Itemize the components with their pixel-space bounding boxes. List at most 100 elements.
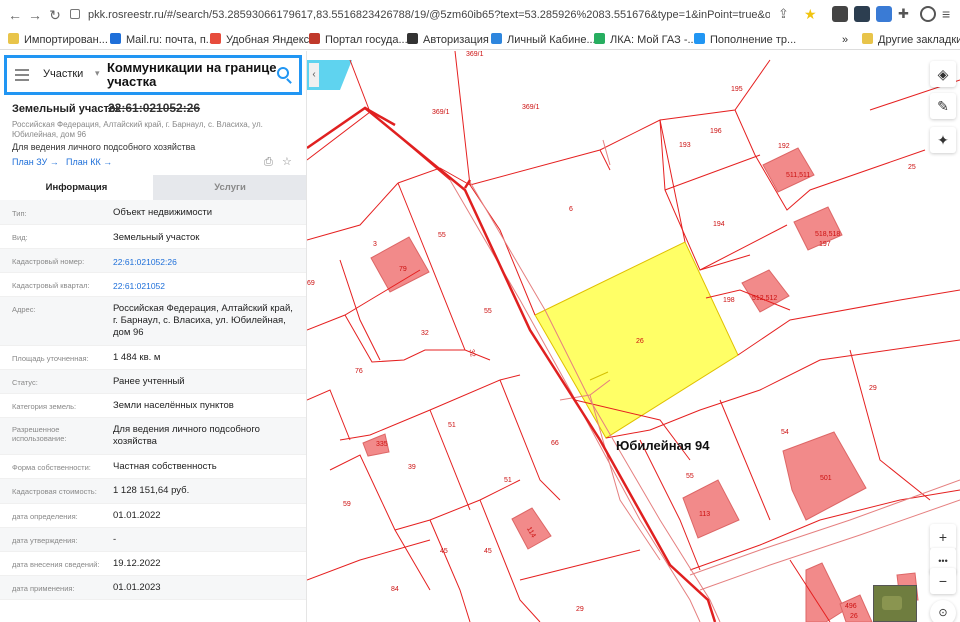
- app-window: ← → ↻ pkk.rosreestr.ru/#/search/53.28593…: [0, 0, 960, 622]
- bookmark-label: ЛКА: Мой ГАЗ -...: [610, 34, 697, 46]
- bookmark-item[interactable]: Портал госуда...: [309, 32, 408, 48]
- bookmark-item[interactable]: Удобная Яндекс...: [210, 32, 318, 48]
- compass-icon[interactable]: ⊙: [930, 600, 956, 622]
- parcel-label: 45: [484, 548, 492, 555]
- parcel-label: 32: [421, 330, 429, 337]
- collapse-panel-icon[interactable]: ‹: [309, 63, 319, 87]
- zoom-out-button[interactable]: −: [930, 568, 956, 594]
- parcel-label: 79: [399, 266, 407, 273]
- row-key: Форма собственности:: [12, 463, 91, 472]
- parcel-label: 84: [391, 586, 399, 593]
- parcel-label: 55: [438, 232, 446, 239]
- row-value: 1 484 кв. м: [113, 352, 161, 363]
- row-value: Объект недвижимости: [113, 207, 213, 218]
- tab-services[interactable]: Услуги: [153, 175, 306, 200]
- parcel-label: 3: [373, 241, 377, 248]
- search-icon[interactable]: [277, 67, 289, 79]
- chevron-down-icon[interactable]: ▾: [95, 68, 100, 79]
- cadastral-map[interactable]: 369/1 369/1 369/1 195 196 193 192 511,51…: [307, 51, 960, 622]
- bookmark-label: Импортирован...: [24, 34, 108, 46]
- table-row: Статус: Ранее учтенный: [0, 370, 306, 394]
- other-bookmarks-label: Другие закладки: [878, 34, 960, 46]
- building: [682, 479, 740, 539]
- search-bar[interactable]: Участки ▾ Коммуникации на границе участк…: [4, 55, 302, 95]
- star-icon[interactable]: ☆: [282, 157, 293, 168]
- parcel-label: 198: [723, 297, 735, 304]
- bookmark-label: Авторизация: [423, 34, 489, 46]
- table-row: Кадастровый квартал: 22:61:021052: [0, 273, 306, 297]
- puzzle-icon[interactable]: ✚: [898, 6, 914, 22]
- address-text: pkk.rosreestr.ru/#/search/53.28593066179…: [88, 9, 770, 21]
- gas-icon: [594, 33, 605, 44]
- parcel-label: 197: [819, 241, 831, 248]
- back-icon[interactable]: ←: [6, 6, 24, 24]
- row-value: 1 128 151,64 руб.: [113, 485, 190, 496]
- bookmark-item[interactable]: Личный Кабине...: [491, 32, 596, 48]
- row-key: дата применения:: [12, 584, 75, 593]
- other-bookmarks[interactable]: Другие закладки: [862, 32, 960, 48]
- map-canvas[interactable]: 369/1 369/1 369/1 195 196 193 192 511,51…: [307, 51, 960, 622]
- row-key: дата утверждения:: [12, 536, 78, 545]
- menu-icon[interactable]: ≡: [942, 6, 958, 22]
- extension-shield-icon[interactable]: [854, 6, 870, 22]
- parcel-label: 29: [576, 606, 584, 613]
- tabs: Информация Услуги: [0, 175, 306, 200]
- parcel-label: 45: [440, 548, 448, 555]
- translate-icon[interactable]: [876, 6, 892, 22]
- plan-kk-link[interactable]: План КК →: [66, 157, 112, 167]
- bookmark-item[interactable]: Пополнение тр...: [694, 32, 796, 48]
- row-value: 01.01.2023: [113, 582, 161, 593]
- locate-icon[interactable]: ✦: [930, 127, 956, 153]
- extension-icon[interactable]: [832, 6, 848, 22]
- parcel-label: 55: [686, 473, 694, 480]
- table-row: дата применения: 01.01.2023: [0, 576, 306, 600]
- bookmarks-overflow-icon[interactable]: »: [842, 32, 848, 48]
- cadastral-number-link[interactable]: 22:61:021052:26: [113, 256, 298, 268]
- ruler-icon[interactable]: ✎: [930, 93, 956, 119]
- search-input[interactable]: Коммуникации на границе участка: [107, 61, 287, 89]
- parcel-label: 369/1: [522, 104, 540, 111]
- bookmark-item[interactable]: Импортирован...: [8, 32, 108, 48]
- parcel-label: 195: [731, 86, 743, 93]
- forward-icon[interactable]: →: [26, 6, 44, 24]
- cadastral-quarter-link[interactable]: 22:61:021052: [113, 280, 298, 292]
- search-type-select[interactable]: Участки: [43, 68, 83, 80]
- share-icon[interactable]: ⇪: [778, 6, 794, 22]
- tab-info[interactable]: Информация: [0, 175, 153, 200]
- hamburger-icon[interactable]: [15, 69, 29, 81]
- row-value: Ранее учтенный: [113, 376, 185, 387]
- parcel-label: 29: [869, 385, 877, 392]
- bookmark-item[interactable]: Авторизация: [407, 32, 489, 48]
- satellite-thumbnail[interactable]: [873, 585, 917, 622]
- bookmark-item[interactable]: ЛКА: Мой ГАЗ -...: [594, 32, 697, 48]
- yandex-icon: [210, 33, 221, 44]
- star-icon[interactable]: ★: [804, 6, 820, 22]
- table-row: Форма собственности: Частная собственнос…: [0, 455, 306, 479]
- address-bar[interactable]: pkk.rosreestr.ru/#/search/53.28593066179…: [70, 5, 770, 25]
- layers-icon[interactable]: ◈: [930, 61, 956, 87]
- gosuslugi-icon: [309, 33, 320, 44]
- row-key: Вид:: [12, 233, 28, 242]
- browser-toolbar: ← → ↻ pkk.rosreestr.ru/#/search/53.28593…: [0, 0, 960, 30]
- auth-icon: [407, 33, 418, 44]
- parcel-label: 54: [781, 429, 789, 436]
- table-row: Тип: Объект недвижимости: [0, 200, 306, 225]
- row-value: Частная собственность: [113, 461, 217, 472]
- print-icon[interactable]: ⎙: [264, 157, 275, 168]
- object-number-text: 22:61:021052:26: [108, 101, 201, 115]
- table-row: дата определения: 01.01.2022: [0, 504, 306, 528]
- object-address: Российская Федерация, Алтайский край, г.…: [12, 120, 263, 139]
- building: [741, 269, 790, 313]
- table-row: дата внесения сведений: 19.12.2022: [0, 552, 306, 576]
- profile-icon[interactable]: [920, 6, 936, 22]
- parcel-label: 25: [908, 164, 916, 171]
- reload-icon[interactable]: ↻: [46, 6, 64, 24]
- parcel-label: 501: [820, 475, 832, 482]
- zoom-in-button[interactable]: +: [930, 524, 956, 550]
- object-type-title: Земельный участок: [12, 103, 121, 115]
- table-row: Кадастровый номер: 22:61:021052:26: [0, 249, 306, 273]
- plan-zu-link[interactable]: План ЗУ →: [12, 157, 59, 167]
- row-key: Тип:: [12, 209, 27, 218]
- bookmark-item[interactable]: Mail.ru: почта, п...: [110, 32, 215, 48]
- bookmarks-bar: Импортирован... Mail.ru: почта, п... Удо…: [0, 30, 960, 50]
